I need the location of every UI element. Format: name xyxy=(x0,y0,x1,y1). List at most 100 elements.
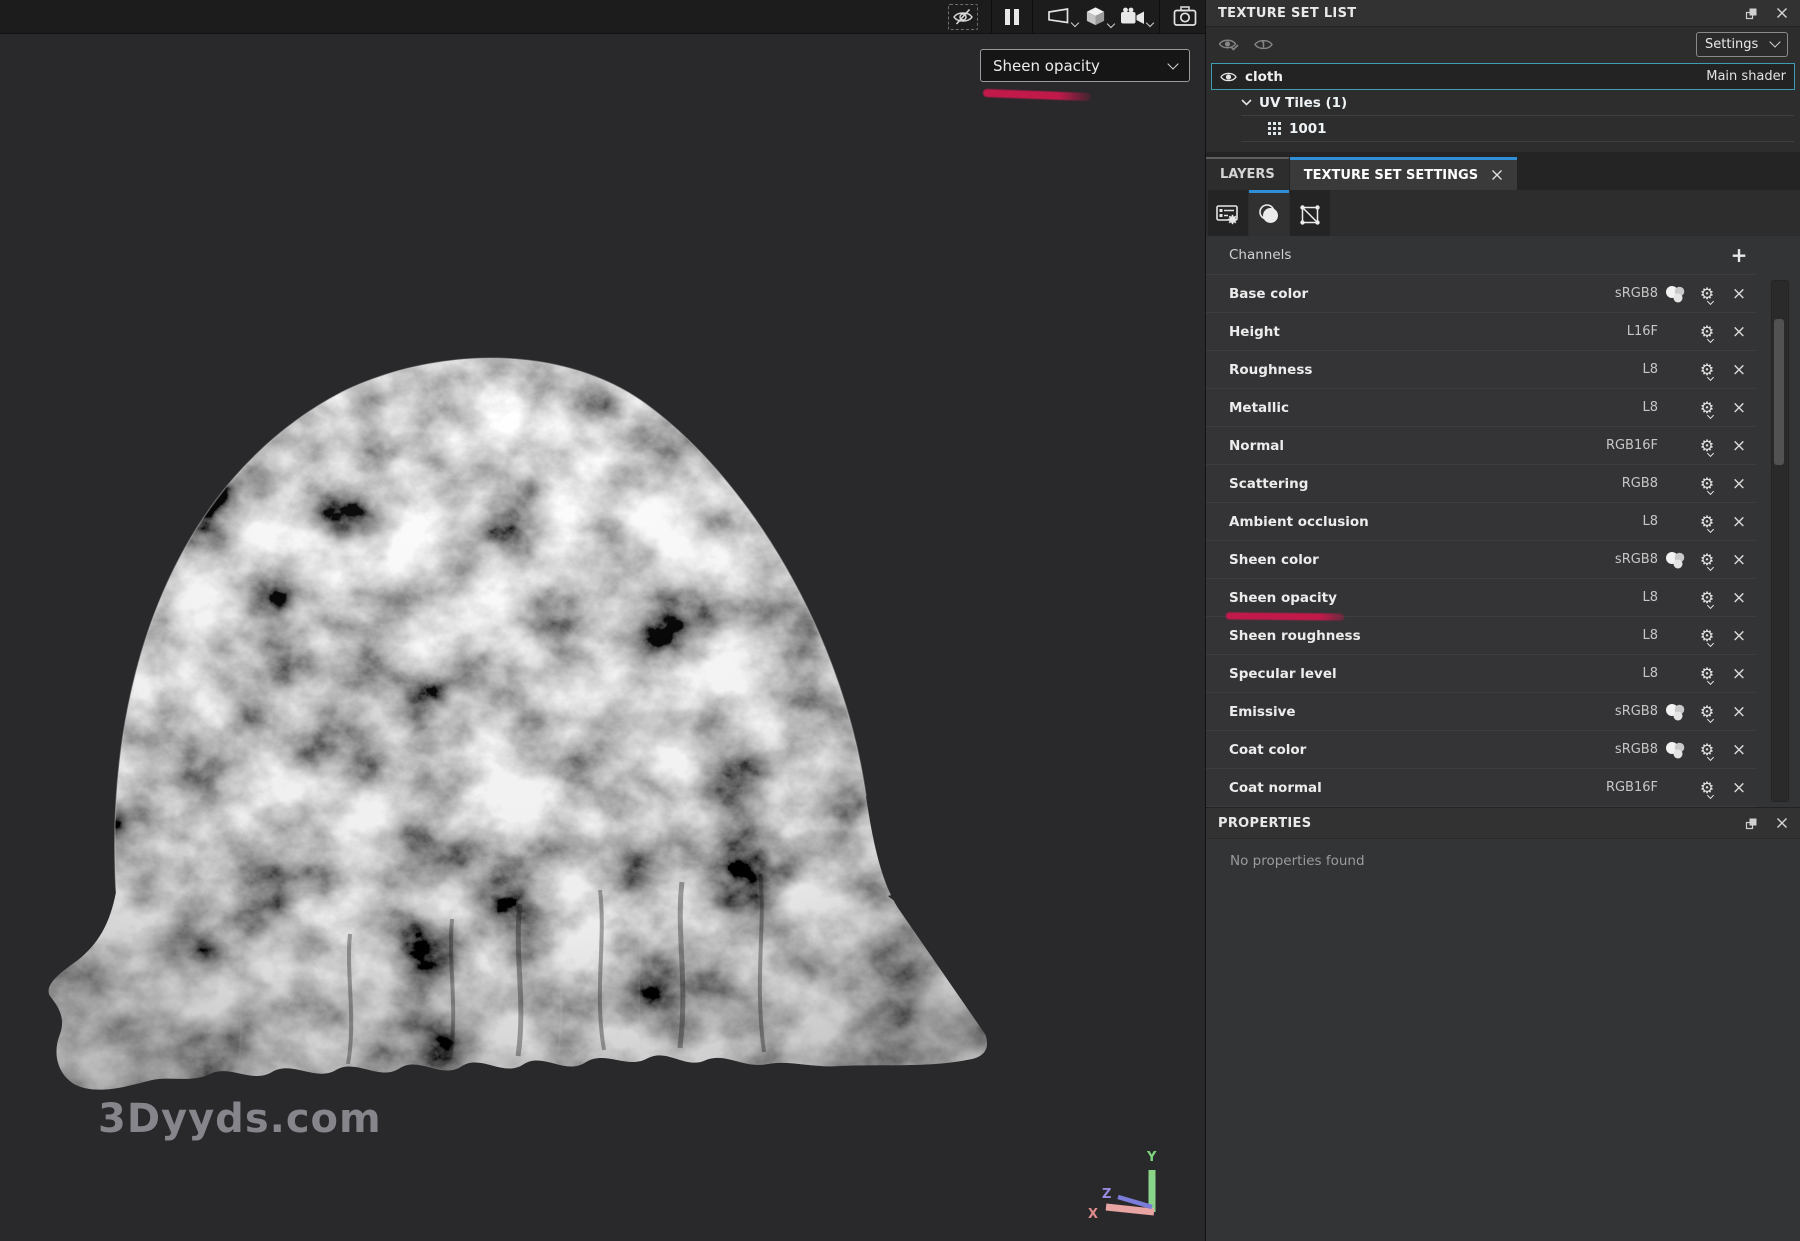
channels-header-label: Channels xyxy=(1229,247,1722,263)
subtab-channels[interactable] xyxy=(1249,190,1289,236)
toolbar-separator xyxy=(1032,0,1033,33)
channel-name: Coat color xyxy=(1229,742,1606,758)
properties-empty-message: No properties found xyxy=(1206,839,1800,869)
axis-x-label: X xyxy=(1088,1207,1098,1222)
chevron-down-icon xyxy=(1167,58,1178,69)
channel-row[interactable]: Coat color sRGB8 ⚙ × xyxy=(1206,731,1756,769)
channel-row[interactable]: Specular level L8 ⚙ × xyxy=(1206,655,1756,693)
channel-row[interactable]: Sheen opacity L8 ⚙ × xyxy=(1206,579,1756,617)
tab-layers[interactable]: LAYERS xyxy=(1206,157,1289,190)
remove-channel-icon[interactable]: × xyxy=(1722,550,1756,570)
subtab-mesh-maps[interactable] xyxy=(1290,190,1330,236)
tab-layers-label: LAYERS xyxy=(1220,167,1275,182)
channel-settings-gear-icon[interactable]: ⚙ xyxy=(1692,284,1722,303)
subtab-general-settings[interactable] xyxy=(1208,190,1248,236)
geometry-view-button[interactable] xyxy=(1084,5,1107,28)
solo-visibility-icon[interactable] xyxy=(1253,37,1274,52)
perspective-view-button[interactable] xyxy=(1046,7,1071,27)
float-window-icon[interactable] xyxy=(1745,817,1758,830)
channel-row[interactable]: Sheen color sRGB8 ⚙ × xyxy=(1206,541,1756,579)
channel-format: L16F xyxy=(1606,324,1658,339)
pause-icon xyxy=(1005,9,1019,25)
float-window-icon[interactable] xyxy=(1745,7,1758,20)
channel-row[interactable]: Sheen roughness L8 ⚙ × xyxy=(1206,617,1756,655)
settings-dropdown[interactable]: Settings xyxy=(1696,32,1788,57)
uv-tiles-group[interactable]: UV Tiles (1) xyxy=(1241,90,1794,116)
channel-settings-gear-icon[interactable]: ⚙ xyxy=(1692,436,1722,455)
channel-display-dropdown[interactable]: Sheen opacity xyxy=(980,49,1190,82)
pause-engine-button[interactable] xyxy=(1005,9,1019,25)
tile-grid-icon xyxy=(1268,122,1281,135)
channel-row[interactable]: Coat normal RGB16F ⚙ × xyxy=(1206,769,1756,807)
toolbar-separator xyxy=(991,0,992,33)
tab-texture-set-settings[interactable]: TEXTURE SET SETTINGS xyxy=(1290,157,1517,190)
properties-header: PROPERTIES xyxy=(1206,807,1800,839)
remove-channel-icon[interactable]: × xyxy=(1722,436,1756,456)
texture-set-settings-subtabs xyxy=(1206,190,1800,236)
remove-channel-icon[interactable]: × xyxy=(1722,702,1756,722)
channel-row[interactable]: Metallic L8 ⚙ × xyxy=(1206,389,1756,427)
channel-settings-gear-icon[interactable]: ⚙ xyxy=(1692,512,1722,531)
remove-channel-icon[interactable]: × xyxy=(1722,626,1756,646)
channel-row[interactable]: Normal RGB16F ⚙ × xyxy=(1206,427,1756,465)
channel-name: Coat normal xyxy=(1229,780,1606,796)
channel-rows: Base color sRGB8 ⚙ × Height L16F ⚙ × Rou… xyxy=(1206,275,1756,807)
scrollbar-thumb[interactable] xyxy=(1774,319,1784,465)
channel-format: RGB16F xyxy=(1606,780,1658,795)
channel-settings-gear-icon[interactable]: ⚙ xyxy=(1692,702,1722,721)
uv-tile-item[interactable]: 1001 xyxy=(1241,116,1794,142)
remove-channel-icon[interactable]: × xyxy=(1722,588,1756,608)
remove-channel-icon[interactable]: × xyxy=(1722,322,1756,342)
close-panel-icon[interactable] xyxy=(1776,7,1788,19)
settings-dropdown-label: Settings xyxy=(1705,37,1771,52)
chevron-down-icon xyxy=(1071,18,1079,26)
eye-slash-icon xyxy=(952,7,974,27)
channel-settings-gear-icon[interactable]: ⚙ xyxy=(1692,398,1722,417)
texture-set-row[interactable]: cloth Main shader xyxy=(1211,63,1795,90)
channel-settings-gear-icon[interactable]: ⚙ xyxy=(1692,322,1722,341)
channel-name: Metallic xyxy=(1229,400,1606,416)
add-channel-button[interactable]: + xyxy=(1722,245,1756,265)
channel-settings-gear-icon[interactable]: ⚙ xyxy=(1692,360,1722,379)
channel-settings-gear-icon[interactable]: ⚙ xyxy=(1692,474,1722,493)
3d-viewport[interactable]: 3Dyyds.com Sheen opacity Y X Z xyxy=(0,34,1205,1241)
channels-panel: Channels + Base color sRGB8 ⚙ × Height L… xyxy=(1206,236,1800,807)
close-panel-icon[interactable] xyxy=(1776,817,1788,829)
eye-visible-icon[interactable] xyxy=(1220,71,1237,83)
channel-settings-gear-icon[interactable]: ⚙ xyxy=(1692,778,1722,797)
remove-channel-icon[interactable]: × xyxy=(1722,664,1756,684)
channel-settings-gear-icon[interactable]: ⚙ xyxy=(1692,740,1722,759)
axis-y-label: Y xyxy=(1146,1150,1157,1165)
channel-row[interactable]: Base color sRGB8 ⚙ × xyxy=(1206,275,1756,313)
remove-channel-icon[interactable]: × xyxy=(1722,360,1756,380)
remove-channel-icon[interactable]: × xyxy=(1722,740,1756,760)
channel-name: Sheen color xyxy=(1229,552,1606,568)
channel-display-value: Sheen opacity xyxy=(993,57,1169,75)
toggle-all-visibility-icon[interactable] xyxy=(1218,37,1239,52)
channel-row[interactable]: Ambient occlusion L8 ⚙ × xyxy=(1206,503,1756,541)
close-tab-icon[interactable] xyxy=(1491,169,1503,181)
channel-settings-gear-icon[interactable]: ⚙ xyxy=(1692,550,1722,569)
color-channels-icon xyxy=(1658,550,1692,570)
video-camera-icon xyxy=(1120,7,1146,27)
remove-channel-icon[interactable]: × xyxy=(1722,284,1756,304)
remove-channel-icon[interactable]: × xyxy=(1722,398,1756,418)
channel-row[interactable]: Emissive sRGB8 ⚙ × xyxy=(1206,693,1756,731)
channels-scrollbar[interactable] xyxy=(1771,280,1789,802)
channel-settings-gear-icon[interactable]: ⚙ xyxy=(1692,588,1722,607)
texture-set-list-title: TEXTURE SET LIST xyxy=(1218,6,1745,21)
channel-row[interactable]: Scattering RGB8 ⚙ × xyxy=(1206,465,1756,503)
red-marker-annotation xyxy=(1226,612,1344,620)
visibility-toggle-button[interactable] xyxy=(948,4,978,30)
channel-settings-gear-icon[interactable]: ⚙ xyxy=(1692,664,1722,683)
channel-settings-gear-icon[interactable]: ⚙ xyxy=(1692,626,1722,645)
remove-channel-icon[interactable]: × xyxy=(1722,778,1756,798)
remove-channel-icon[interactable]: × xyxy=(1722,512,1756,532)
remove-channel-icon[interactable]: × xyxy=(1722,474,1756,494)
channel-row[interactable]: Roughness L8 ⚙ × xyxy=(1206,351,1756,389)
channel-name: Height xyxy=(1229,324,1606,340)
camera-view-button[interactable] xyxy=(1120,7,1146,27)
screenshot-button[interactable] xyxy=(1173,6,1197,27)
channel-row[interactable]: Height L16F ⚙ × xyxy=(1206,313,1756,351)
axis-z-label: Z xyxy=(1102,1187,1111,1202)
